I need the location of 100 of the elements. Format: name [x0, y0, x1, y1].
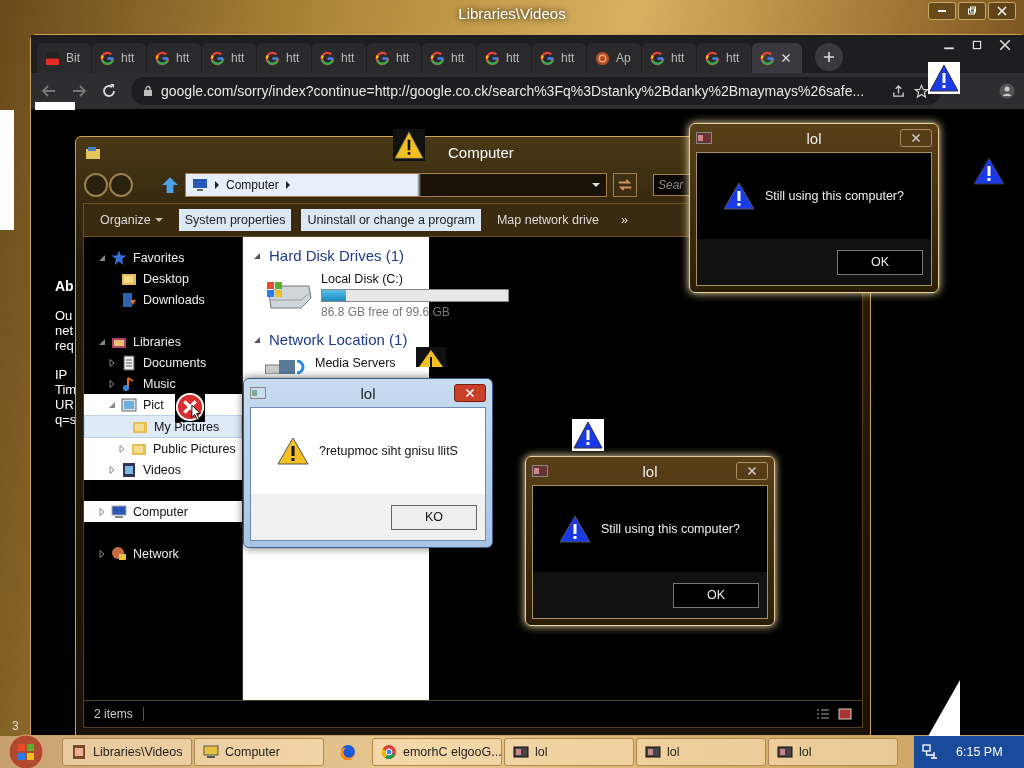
nav-item[interactable]: Public Pictures [84, 438, 242, 459]
nav-item[interactable]: Libraries [84, 331, 242, 352]
close-icon [997, 6, 1007, 16]
nav-item[interactable]: Music [84, 373, 242, 394]
ok-button[interactable]: KO [391, 504, 477, 530]
collapsed-arrow-icon[interactable] [118, 444, 126, 453]
browser-tab[interactable]: htt [532, 43, 586, 73]
nav-item[interactable]: Videos [84, 459, 242, 480]
refresh-icon[interactable] [613, 173, 637, 197]
folder-icon [85, 145, 101, 161]
restore-button[interactable] [958, 2, 986, 20]
drive-item[interactable]: Media Servers [253, 348, 852, 384]
close-button[interactable] [736, 462, 768, 480]
minimize-button[interactable] [928, 2, 956, 20]
computer-icon [111, 503, 127, 520]
google-icon [705, 50, 720, 66]
video-icon [121, 461, 137, 478]
close-button[interactable] [988, 2, 1016, 20]
ok-button[interactable]: OK [837, 249, 923, 275]
address-bar[interactable]: google.com/sorry/index?continue=http://google.co.ck/search%3Fq%3Dstanky%2Bdanky%2Bmaymays%26safe... [131, 77, 941, 105]
toolbar-button[interactable]: » [615, 209, 634, 231]
browser-tab[interactable]: htt [367, 43, 421, 73]
video-site-icon [45, 50, 60, 66]
browser-tab[interactable]: htt [147, 43, 201, 73]
error-icon [175, 392, 205, 422]
taskbar-button[interactable]: lol [504, 738, 634, 766]
expanded-arrow-icon[interactable] [108, 400, 116, 409]
taskbar-button[interactable]: lol [636, 738, 766, 766]
browser-tab[interactable]: htt [477, 43, 531, 73]
browser-tab[interactable]: htt [697, 43, 751, 73]
close-icon[interactable] [999, 39, 1011, 51]
nav-item[interactable]: Favorites [84, 247, 242, 268]
clock[interactable]: 6:15 PM [956, 745, 1003, 759]
nav-item[interactable]: Desktop [84, 268, 242, 289]
new-tab-button[interactable] [815, 43, 843, 71]
expanded-arrow-icon[interactable] [253, 335, 261, 344]
section-heading[interactable]: Hard Disk Drives (1) [269, 247, 404, 264]
close-button[interactable] [900, 129, 932, 147]
expanded-arrow-icon[interactable] [98, 337, 106, 346]
dropdown-icon[interactable] [592, 182, 600, 188]
nav-item[interactable]: Computer [84, 501, 242, 522]
restore-icon[interactable] [971, 39, 983, 51]
page-text: net [55, 323, 75, 338]
taskbar-button[interactable]: lol [768, 738, 898, 766]
google-icon [155, 50, 170, 66]
expanded-arrow-icon[interactable] [98, 253, 106, 262]
window-icon [250, 387, 266, 399]
google-icon [265, 50, 280, 66]
details-view-icon[interactable] [816, 708, 830, 720]
start-button[interactable] [8, 734, 44, 768]
profile-icon[interactable] [999, 83, 1015, 99]
page-text: Ab [55, 279, 75, 294]
media-server-icon [265, 360, 307, 374]
google-icon [375, 50, 390, 66]
star-icon[interactable] [914, 83, 929, 99]
document-icon [121, 354, 137, 371]
address-field[interactable]: Computer [185, 173, 607, 197]
browser-tab[interactable]: htt [257, 43, 311, 73]
network-icon[interactable] [922, 744, 938, 760]
google-icon [650, 50, 665, 66]
back-icon[interactable] [41, 83, 57, 99]
browser-tab[interactable]: htt [642, 43, 696, 73]
ok-button[interactable]: OK [673, 582, 759, 608]
taskbar-button[interactable]: Libraries\Videos [62, 738, 192, 766]
preview-view-icon[interactable] [838, 708, 852, 720]
toolbar-button[interactable]: Map network drive [490, 209, 606, 231]
reload-icon[interactable] [101, 83, 117, 99]
nav-item[interactable]: Network [84, 543, 242, 564]
nav-item[interactable]: Documents [84, 352, 242, 373]
toolbar-button[interactable]: System properties [178, 209, 292, 231]
share-icon[interactable] [891, 83, 906, 99]
toolbar-button[interactable]: Uninstall or change a program [301, 209, 481, 231]
browser-tab[interactable] [752, 43, 802, 73]
taskbar-button[interactable]: emorhC elgooG... [372, 738, 502, 766]
nav-item[interactable]: Downloads [84, 289, 242, 310]
breadcrumb[interactable]: Computer [226, 178, 279, 192]
browser-tab[interactable]: htt [422, 43, 476, 73]
collapsed-arrow-icon[interactable] [108, 379, 116, 388]
dialog-title: lol [805, 129, 823, 147]
expanded-arrow-icon[interactable] [253, 251, 261, 260]
collapsed-arrow-icon[interactable] [98, 507, 106, 516]
close-button[interactable] [454, 384, 486, 402]
close-tab-icon[interactable] [781, 53, 791, 63]
page-text: IP [55, 367, 69, 382]
collapsed-arrow-icon[interactable] [98, 549, 106, 558]
collapsed-arrow-icon[interactable] [108, 465, 116, 474]
collapsed-arrow-icon[interactable] [108, 358, 116, 367]
up-arrow-icon[interactable] [161, 176, 179, 194]
forward-icon[interactable] [71, 83, 87, 99]
taskbar-button[interactable]: Computer [194, 738, 324, 766]
browser-tab[interactable]: htt [92, 43, 146, 73]
window-title: Computer [448, 144, 514, 161]
browser-tab[interactable]: Bit [37, 43, 91, 73]
browser-tab[interactable]: Ap [587, 43, 641, 73]
browser-tab[interactable]: htt [202, 43, 256, 73]
nav-item[interactable]: My Pictures [84, 415, 242, 438]
toolbar-button[interactable]: Organize [94, 209, 169, 231]
browser-tab[interactable]: htt [312, 43, 366, 73]
dialog-title: lol [641, 462, 659, 480]
section-heading[interactable]: Network Location (1) [269, 331, 408, 348]
